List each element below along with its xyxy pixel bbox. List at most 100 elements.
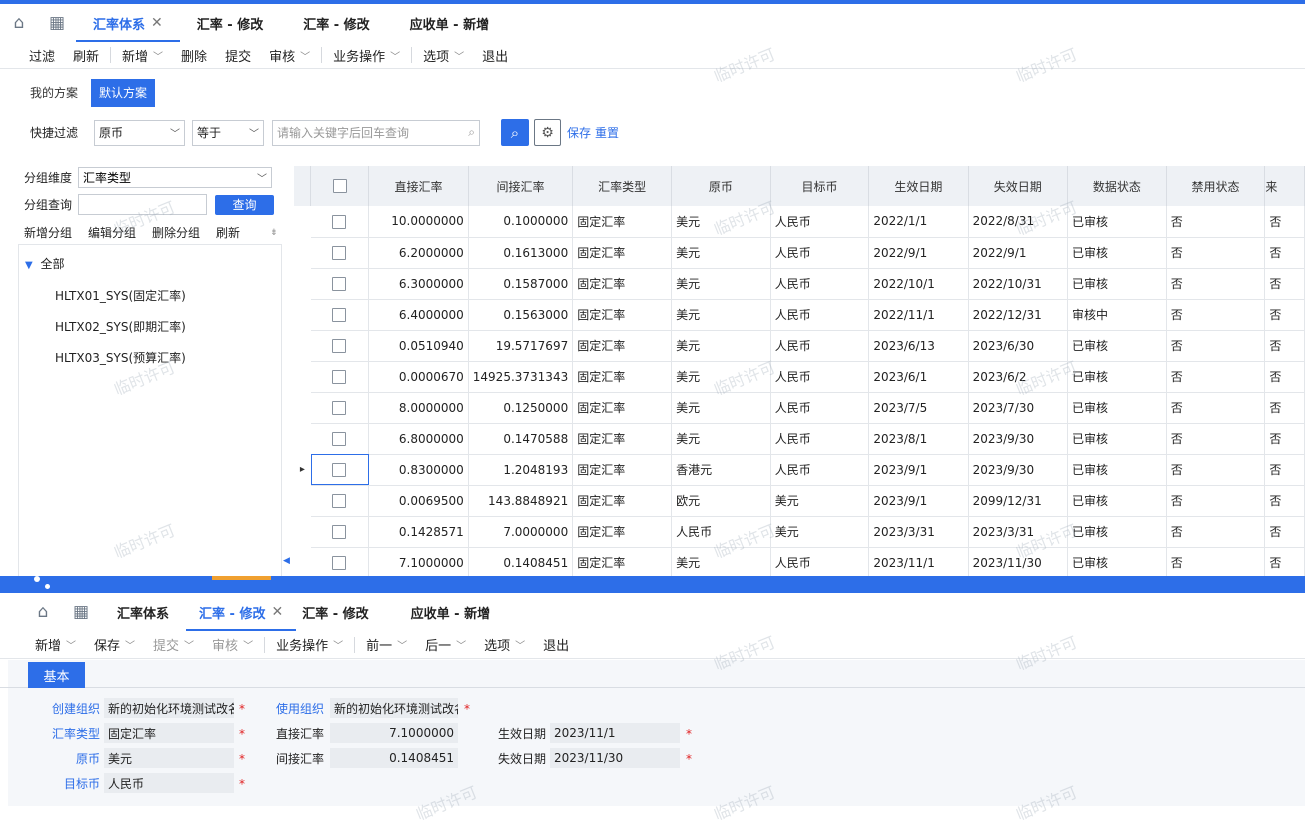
close-icon[interactable]: ✕ [151, 15, 163, 31]
save-button[interactable]: 保存 ﹀ [85, 631, 144, 658]
top-tab-0[interactable]: 汇率体系 ✕ [76, 4, 180, 42]
table-row[interactable]: 6.3000000 0.1587000 固定汇率 美元 人民币 2022/10/1 2022… [294, 268, 1305, 300]
column-header[interactable]: 间接汇率 [468, 166, 574, 206]
table-row[interactable]: 0.0510940 19.5717697 固定汇率 美元 人民币 2023/6/13 202… [294, 330, 1305, 362]
column-header[interactable]: 数据状态 [1067, 166, 1167, 206]
next-button[interactable]: 后一 ﹀ [416, 631, 475, 658]
home-icon[interactable]: ⌂ [0, 4, 38, 42]
column-header[interactable]: 禁用状态 [1166, 166, 1266, 206]
row-checkbox[interactable] [332, 369, 347, 384]
my-schemes-tab[interactable]: 我的方案 [22, 79, 86, 107]
row-checkbox[interactable] [332, 493, 347, 508]
previous-button[interactable]: 前一 ﹀ [357, 631, 416, 658]
tree-node-2[interactable]: HLTX03_SYS(预算汇率) [55, 349, 186, 366]
effective-date-field[interactable]: 2023/11/1 [550, 723, 680, 743]
bottom-tab-2[interactable]: 汇率 - 修改 [296, 593, 374, 631]
table-row[interactable]: 0.0069500 143.8848921 固定汇率 欧元 美元 2023/9/1 2099… [294, 485, 1305, 517]
column-header[interactable]: 原币 [671, 166, 771, 206]
audit-button[interactable]: 审核 ﹀ [260, 42, 319, 69]
save-scheme-link[interactable]: 保存 [567, 124, 591, 141]
use-org-field[interactable]: 新的初始化环境测试改名 [330, 698, 458, 718]
row-checkbox[interactable] [332, 555, 347, 570]
row-checkbox[interactable] [332, 245, 347, 260]
row-checkbox[interactable] [332, 276, 347, 291]
expire-date-field[interactable]: 2023/11/30 [550, 748, 680, 768]
add-button[interactable]: 新增 ﹀ [26, 631, 85, 658]
row-select-cell[interactable] [310, 392, 370, 424]
triangle-down-icon[interactable]: ▼ [25, 260, 33, 271]
row-checkbox[interactable] [332, 431, 347, 446]
bottom-tab-3[interactable]: 应收单 - 新增 [385, 593, 516, 631]
column-header[interactable]: 汇率类型 [572, 166, 673, 206]
column-header[interactable]: 生效日期 [868, 166, 969, 206]
reset-scheme-link[interactable]: 重置 [595, 124, 619, 141]
row-select-cell[interactable] [310, 485, 370, 517]
table-row[interactable]: 0.1428571 7.0000000 固定汇率 人民币 美元 2023/3/31 2023… [294, 516, 1305, 548]
row-select-cell[interactable] [310, 454, 370, 486]
row-checkbox[interactable] [332, 524, 347, 539]
top-tab-1[interactable]: 汇率 - 修改 [180, 4, 280, 42]
row-select-cell[interactable] [310, 516, 370, 548]
top-tab-3[interactable]: 应收单 - 新增 [393, 4, 506, 42]
tree-node-0[interactable]: HLTX01_SYS(固定汇率) [55, 287, 186, 304]
table-row[interactable]: 10.0000000 0.1000000 固定汇率 美元 人民币 2022/1/1 2022… [294, 206, 1305, 238]
business-ops-button[interactable]: 业务操作 ﹀ [267, 631, 352, 658]
indirect-rate-field[interactable]: 0.1408451 [330, 748, 458, 768]
table-row[interactable]: 6.4000000 0.1563000 固定汇率 美元 人民币 2022/11/1 2022… [294, 299, 1305, 331]
select-all-checkbox[interactable] [332, 179, 347, 194]
tree-root[interactable]: ▼ 全部 [25, 255, 65, 272]
delete-group-link[interactable]: 删除分组 [152, 224, 200, 241]
home-icon[interactable]: ⌂ [24, 593, 62, 631]
column-header[interactable]: 目标币 [770, 166, 870, 206]
options-button[interactable]: 选项 ﹀ [414, 42, 473, 69]
row-select-cell[interactable] [310, 547, 370, 576]
filter-field-select[interactable]: 原币 ﹀ [94, 119, 185, 146]
column-header[interactable]: 来 [1264, 166, 1305, 206]
row-select-cell[interactable] [310, 206, 370, 238]
basic-tab[interactable]: 基本 [28, 662, 85, 688]
audit-button[interactable]: 审核 ﹀ [203, 631, 262, 658]
close-icon[interactable]: ✕ [271, 604, 283, 620]
row-select-cell[interactable] [310, 423, 370, 455]
filter-button[interactable]: 过滤 [20, 42, 64, 69]
exit-button[interactable]: 退出 [473, 42, 517, 69]
business-ops-button[interactable]: 业务操作 ﹀ [324, 42, 409, 69]
table-row[interactable]: 0.0000670 14925.3731343 固定汇率 美元 人民币 2023/6/1 2… [294, 361, 1305, 393]
apps-grid-icon[interactable]: ▦ [38, 4, 76, 42]
group-dimension-select[interactable]: 汇率类型 ﹀ [78, 167, 272, 188]
target-currency-field[interactable]: 人民币 [104, 773, 234, 793]
collapse-icon[interactable]: ⇟ [270, 228, 278, 238]
currency-field[interactable]: 美元 [104, 748, 234, 768]
refresh-group-link[interactable]: 刷新 [216, 224, 240, 241]
row-checkbox[interactable] [332, 307, 347, 322]
row-checkbox[interactable] [332, 338, 347, 353]
search-button[interactable]: ⌕ [501, 119, 529, 146]
table-row[interactable]: 6.8000000 0.1470588 固定汇率 美元 人民币 2023/8/1 2023/… [294, 423, 1305, 455]
column-header[interactable]: 失效日期 [968, 166, 1069, 206]
group-query-button[interactable]: 查询 [215, 194, 274, 215]
row-select-cell[interactable] [310, 299, 370, 331]
filter-keyword-input[interactable]: 请输入关键字后回车查询 ⌕ [272, 119, 480, 146]
submit-button[interactable]: 提交 [216, 42, 260, 69]
table-row[interactable]: 8.0000000 0.1250000 固定汇率 美元 人民币 2023/7/5 2023/… [294, 392, 1305, 424]
create-org-field[interactable]: 新的初始化环境测试改名 [104, 698, 234, 718]
default-scheme-tab[interactable]: 默认方案 [91, 79, 156, 107]
row-checkbox[interactable] [332, 214, 347, 229]
options-button[interactable]: 选项 ﹀ [475, 631, 534, 658]
add-group-link[interactable]: 新增分组 [24, 224, 72, 241]
filter-operator-select[interactable]: 等于 ﹀ [192, 119, 264, 146]
add-button[interactable]: 新增 ﹀ [113, 42, 172, 69]
drag-handle[interactable] [212, 576, 271, 580]
delete-button[interactable]: 删除 [172, 42, 216, 69]
column-header[interactable]: 直接汇率 [368, 166, 469, 206]
refresh-button[interactable]: 刷新 [64, 42, 108, 69]
table-row[interactable]: 6.2000000 0.1613000 固定汇率 美元 人民币 2022/9/1 2022/… [294, 237, 1305, 269]
edit-group-link[interactable]: 编辑分组 [88, 224, 136, 241]
rate-type-field[interactable]: 固定汇率 [104, 723, 234, 743]
apps-grid-icon[interactable]: ▦ [62, 593, 100, 631]
row-select-cell[interactable] [310, 361, 370, 393]
submit-button[interactable]: 提交 ﹀ [144, 631, 203, 658]
direct-rate-field[interactable]: 7.1000000 [330, 723, 458, 743]
filter-settings-button[interactable]: ⚙ [534, 119, 561, 146]
table-row[interactable]: 7.1000000 0.1408451 固定汇率 美元 人民币 2023/11/1 2023… [294, 547, 1305, 576]
